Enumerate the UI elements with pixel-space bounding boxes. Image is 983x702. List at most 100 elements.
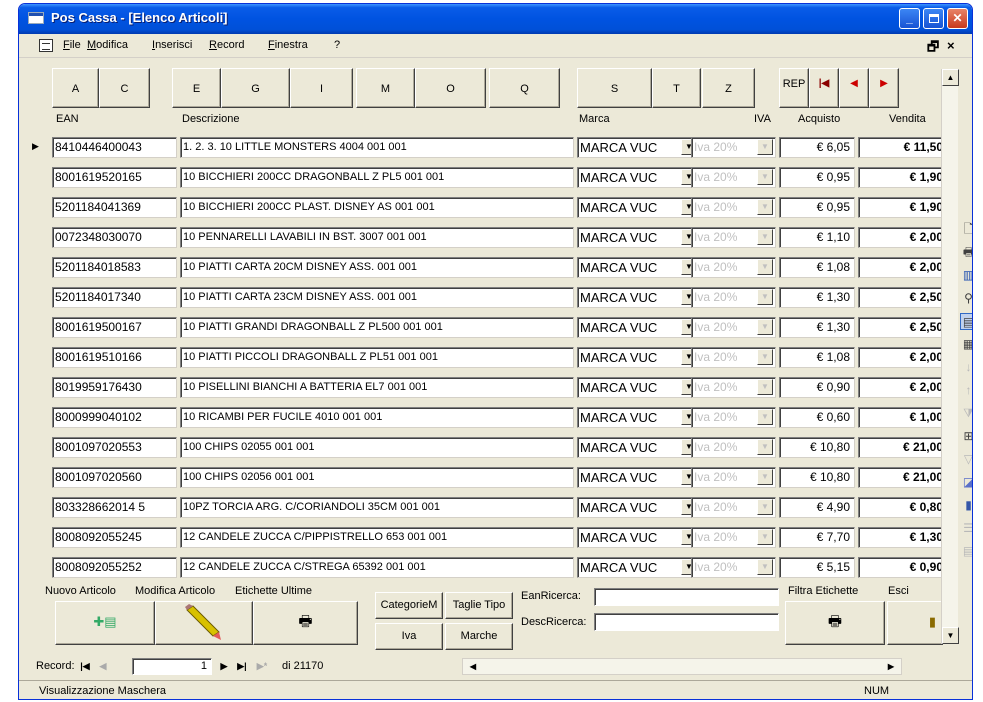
table-row[interactable]: 5201184017340 10 PIATTI CARTA 23CM DISNEY…: [22, 283, 942, 312]
ean-cell[interactable]: 803328662014 5: [52, 497, 177, 518]
ean-cell[interactable]: 5201184017340: [52, 287, 177, 308]
scroll-right-icon[interactable]: ▶: [883, 659, 899, 675]
sale-price-cell[interactable]: € 11,50: [858, 137, 942, 158]
table-row[interactable]: 0072348030070 10 PENNARELLI LAVABILI IN B…: [22, 223, 942, 252]
datasheet-view-icon[interactable]: ▦: [960, 336, 972, 353]
sale-price-cell[interactable]: € 2,00: [858, 377, 942, 398]
purchase-price-cell[interactable]: € 5,15: [779, 557, 855, 578]
letter-button-a[interactable]: A: [52, 68, 99, 108]
chevron-down-icon[interactable]: ▼: [757, 439, 773, 455]
new-record-icon[interactable]: ◪: [960, 474, 972, 491]
ean-cell[interactable]: 8008092055245: [52, 527, 177, 548]
description-cell[interactable]: 10 PIATTI CARTA 20CM DISNEY ASS. 001 001: [180, 257, 574, 278]
nav-last-icon[interactable]: ▶|: [234, 658, 250, 674]
maximize-button[interactable]: [923, 8, 944, 29]
purchase-price-cell[interactable]: € 1,30: [779, 317, 855, 338]
mdi-restore-icon[interactable]: 🗗: [927, 38, 939, 60]
sale-price-cell[interactable]: € 1,90: [858, 197, 942, 218]
purchase-price-cell[interactable]: € 0,90: [779, 377, 855, 398]
table-row[interactable]: 8008092055245 12 CANDELE ZUCCA C/PIPPISTR…: [22, 523, 942, 552]
letter-button-o[interactable]: O: [415, 68, 486, 108]
sort-ascending-icon[interactable]: ↓: [960, 359, 972, 376]
chevron-down-icon[interactable]: ▼: [757, 349, 773, 365]
chevron-down-icon[interactable]: ▼: [757, 259, 773, 275]
sale-price-cell[interactable]: € 1,00: [858, 407, 942, 428]
letter-button-e[interactable]: E: [172, 68, 221, 108]
apply-filter-icon[interactable]: ▽: [960, 451, 972, 468]
chevron-down-icon[interactable]: ▼: [757, 409, 773, 425]
nav-new-icon[interactable]: ▶*: [254, 658, 270, 674]
chevron-down-icon[interactable]: ▼: [757, 499, 773, 515]
table-row[interactable]: 5201184018583 10 PIATTI CARTA 20CM DISNEY…: [22, 253, 942, 282]
letter-button-z[interactable]: Z: [702, 68, 755, 108]
chevron-down-icon[interactable]: ▼: [757, 319, 773, 335]
description-cell[interactable]: 10PZ TORCIA ARG. C/CORIANDOLI 35CM 001 0…: [180, 497, 574, 518]
purchase-price-cell[interactable]: € 10,80: [779, 467, 855, 488]
nav-first-icon[interactable]: |◀: [77, 658, 93, 674]
filter-by-selection-icon[interactable]: ⧩: [960, 405, 972, 422]
mdi-close-icon[interactable]: ×: [947, 38, 955, 53]
nav-prev-icon[interactable]: ◀: [95, 658, 111, 674]
filter-labels-button[interactable]: 🖶: [785, 601, 885, 645]
chevron-down-icon[interactable]: ▼: [757, 289, 773, 305]
letter-button-c[interactable]: C: [99, 68, 150, 108]
purchase-price-cell[interactable]: € 1,30: [779, 287, 855, 308]
scroll-up-icon[interactable]: ▲: [942, 69, 959, 86]
print-icon[interactable]: 🖶: [960, 244, 972, 261]
description-cell[interactable]: 10 PIATTI PICCOLI DRAGONBALL Z PL51 001 …: [180, 347, 574, 368]
chevron-down-icon[interactable]: ▼: [757, 139, 773, 155]
purchase-price-cell[interactable]: € 1,08: [779, 257, 855, 278]
purchase-price-cell[interactable]: € 7,70: [779, 527, 855, 548]
menu-help[interactable]: ?: [334, 39, 340, 51]
scroll-left-icon[interactable]: ◀: [465, 659, 481, 675]
ean-cell[interactable]: 8001619520165: [52, 167, 177, 188]
purchase-price-cell[interactable]: € 0,60: [779, 407, 855, 428]
purchase-price-cell[interactable]: € 1,10: [779, 227, 855, 248]
purchase-price-cell[interactable]: € 0,95: [779, 197, 855, 218]
table-row[interactable]: 8001619500167 10 PIATTI GRANDI DRAGONBALL…: [22, 313, 942, 342]
chevron-down-icon[interactable]: ▼: [757, 559, 773, 575]
ean-cell[interactable]: 8001619510166: [52, 347, 177, 368]
letter-button-s[interactable]: S: [577, 68, 652, 108]
description-cell[interactable]: 12 CANDELE ZUCCA C/PIPPISTRELLO 653 001 …: [180, 527, 574, 548]
sale-price-cell[interactable]: € 2,00: [858, 347, 942, 368]
ean-cell[interactable]: 8008092055252: [52, 557, 177, 578]
database-window-icon[interactable]: ▤: [960, 543, 972, 560]
ean-cell[interactable]: 5201184018583: [52, 257, 177, 278]
sale-price-cell[interactable]: € 0,80: [858, 497, 942, 518]
description-cell[interactable]: 10 PENNARELLI LAVABILI IN BST. 3007 001 …: [180, 227, 574, 248]
new-article-button[interactable]: ✚▤: [55, 601, 155, 645]
vat-button[interactable]: Iva: [375, 623, 443, 650]
brands-button[interactable]: Marche: [445, 623, 513, 650]
description-cell[interactable]: 12 CANDELE ZUCCA C/STREGA 65392 001 001: [180, 557, 574, 578]
purchase-price-cell[interactable]: € 10,80: [779, 437, 855, 458]
purchase-price-cell[interactable]: € 1,08: [779, 347, 855, 368]
menu-inserisci[interactable]: Inserisci: [152, 39, 192, 51]
sort-descending-icon[interactable]: ↑: [960, 382, 972, 399]
table-row[interactable]: 8001097020560 100 CHIPS 02056 001 001 MARC…: [22, 463, 942, 492]
chevron-down-icon[interactable]: ▼: [757, 529, 773, 545]
description-cell[interactable]: 10 PIATTI CARTA 23CM DISNEY ASS. 001 001: [180, 287, 574, 308]
chevron-down-icon[interactable]: ▼: [757, 229, 773, 245]
letter-button-q[interactable]: Q: [489, 68, 560, 108]
description-cell[interactable]: 100 CHIPS 02056 001 001: [180, 467, 574, 488]
purchase-price-cell[interactable]: € 6,05: [779, 137, 855, 158]
table-row[interactable]: 8008092055252 12 CANDELE ZUCCA C/STREGA 6…: [22, 553, 942, 578]
purchase-price-cell[interactable]: € 0,95: [779, 167, 855, 188]
properties-icon[interactable]: ☰: [960, 520, 972, 537]
description-cell[interactable]: 1. 2. 3. 10 LITTLE MONSTERS 4004 001 001: [180, 137, 574, 158]
menu-record[interactable]: Record: [209, 39, 244, 51]
ean-search-input[interactable]: [594, 588, 779, 606]
ean-cell[interactable]: 8000999040102: [52, 407, 177, 428]
next-record-icon[interactable]: ▶: [869, 68, 899, 108]
sale-price-cell[interactable]: € 2,00: [858, 227, 942, 248]
exit-button[interactable]: ▮: [887, 601, 943, 645]
edit-article-button[interactable]: [155, 601, 253, 645]
print-preview-icon[interactable]: 🗋: [960, 221, 972, 238]
rep-button[interactable]: REP: [779, 68, 809, 108]
letter-button-t[interactable]: T: [652, 68, 701, 108]
prev-record-icon[interactable]: ◀: [839, 68, 869, 108]
description-cell[interactable]: 10 BICCHIERI 200CC PLAST. DISNEY AS 001 …: [180, 197, 574, 218]
purchase-price-cell[interactable]: € 4,90: [779, 497, 855, 518]
table-row[interactable]: 8001619520165 10 BICCHIERI 200CC DRAGONBA…: [22, 163, 942, 192]
